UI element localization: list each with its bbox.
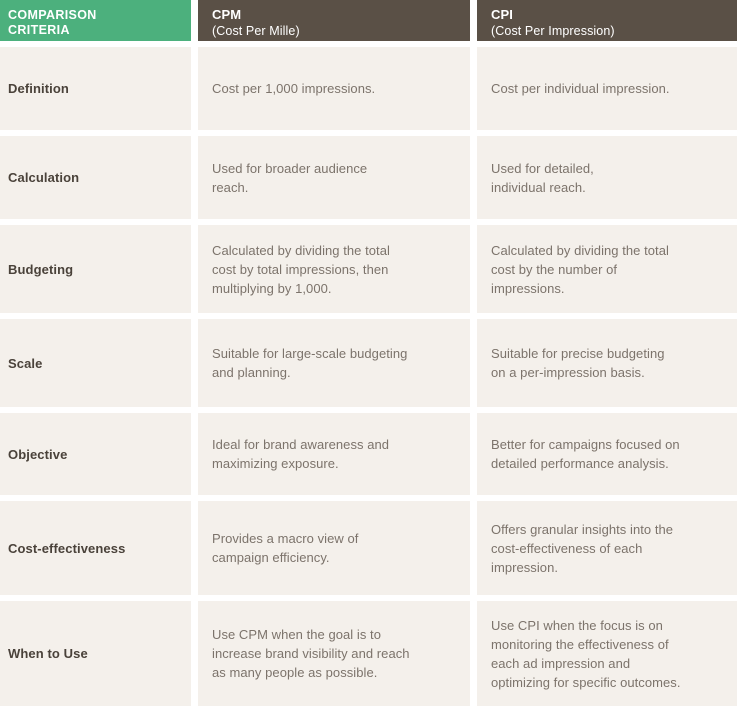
table-row: Calculation Used for broader audience re… — [0, 136, 737, 219]
table-row: When to Use Use CPM when the goal is to … — [0, 601, 737, 706]
row-criteria-label: Scale — [8, 355, 43, 371]
row-cpi-text: Offers granular insights into the cost-e… — [491, 521, 674, 575]
row-cpi-text: Better for campaigns focused on detailed… — [491, 437, 680, 471]
row-cpm-cell: Used for broader audience reach. — [198, 136, 470, 219]
row-criteria-label: Cost-effectiveness — [8, 540, 126, 556]
header-cell-cpi: CPI (Cost Per Impression) — [477, 0, 737, 41]
row-cpm-cell: Suitable for large-scale budgeting and p… — [198, 319, 470, 407]
row-cpi-cell: Offers granular insights into the cost-e… — [477, 501, 737, 595]
row-cpm-cell: Use CPM when the goal is to increase bra… — [198, 601, 470, 706]
header-cpi-abbr: CPI — [491, 6, 513, 22]
row-cpi-cell: Calculated by dividing the total cost by… — [477, 225, 737, 313]
row-criteria-label: Budgeting — [8, 261, 74, 277]
row-criteria-label: Calculation — [8, 170, 80, 185]
row-cpi-cell: Cost per individual impression. — [477, 47, 737, 130]
table-row: Cost-effectiveness Provides a macro view… — [0, 501, 737, 595]
header-cpm-expansion: (Cost Per Mille) — [212, 23, 300, 38]
header-cell-cpm: CPM (Cost Per Mille) — [198, 0, 470, 41]
table-row: Definition Cost per 1,000 impressions. C… — [0, 47, 737, 130]
row-criteria-cell: Scale — [0, 319, 191, 407]
row-cpi-text: Cost per individual impression. — [491, 81, 670, 96]
header-cell-comparison-criteria: COMPARISON CRITERIA — [0, 0, 191, 41]
row-cpm-cell: Calculated by dividing the total cost by… — [198, 225, 470, 313]
row-criteria-cell: Objective — [0, 413, 191, 495]
row-cpm-cell: Ideal for brand awareness and maximizing… — [198, 413, 470, 495]
row-cpi-cell: Used for detailed, individual reach. — [477, 136, 737, 219]
row-cpm-text: Suitable for large-scale budgeting and p… — [212, 346, 408, 380]
row-cpi-cell: Use CPI when the focus is on monitoring … — [477, 601, 737, 706]
row-cpi-cell: Better for campaigns focused on detailed… — [477, 413, 737, 495]
row-cpm-text: Calculated by dividing the total cost by… — [212, 242, 390, 296]
row-cpm-text: Provides a macro view of campaign effici… — [212, 531, 359, 565]
table-row: Scale Suitable for large-scale budgeting… — [0, 319, 737, 407]
row-cpm-cell: Cost per 1,000 impressions. — [198, 47, 470, 130]
row-cpi-text: Suitable for precise budgeting on a per-… — [491, 346, 665, 380]
header-criteria-line2: CRITERIA — [8, 22, 70, 37]
row-criteria-label: Objective — [8, 446, 68, 462]
row-cpi-text: Used for detailed, individual reach. — [491, 160, 594, 195]
comparison-table: COMPARISON CRITERIA CPM (Cost Per Mille)… — [0, 0, 737, 712]
row-cpi-cell: Suitable for precise budgeting on a per-… — [477, 319, 737, 407]
row-criteria-cell: When to Use — [0, 601, 191, 706]
row-cpi-text: Use CPI when the focus is on monitoring … — [491, 617, 681, 690]
row-criteria-cell: Calculation — [0, 136, 191, 219]
row-cpm-text: Used for broader audience reach. — [212, 160, 368, 195]
row-criteria-label: When to Use — [8, 646, 88, 661]
table-row: Budgeting Calculated by dividing the tot… — [0, 225, 737, 313]
header-criteria-line1: COMPARISON — [8, 7, 97, 22]
row-criteria-cell: Budgeting — [0, 225, 191, 313]
row-cpm-cell: Provides a macro view of campaign effici… — [198, 501, 470, 595]
table-header-row: COMPARISON CRITERIA CPM (Cost Per Mille)… — [0, 0, 737, 41]
row-cpm-text: Cost per 1,000 impressions. — [212, 81, 376, 96]
row-cpm-text: Use CPM when the goal is to increase bra… — [212, 627, 410, 680]
table-row: Objective Ideal for brand awareness and … — [0, 413, 737, 495]
header-cpm-abbr: CPM — [212, 6, 242, 22]
header-cpi-expansion: (Cost Per Impression) — [491, 23, 615, 38]
row-criteria-cell: Cost-effectiveness — [0, 501, 191, 595]
row-cpm-text: Ideal for brand awareness and maximizing… — [212, 437, 390, 471]
row-criteria-label: Definition — [8, 81, 69, 96]
row-cpi-text: Calculated by dividing the total cost by… — [491, 242, 669, 296]
row-criteria-cell: Definition — [0, 47, 191, 130]
